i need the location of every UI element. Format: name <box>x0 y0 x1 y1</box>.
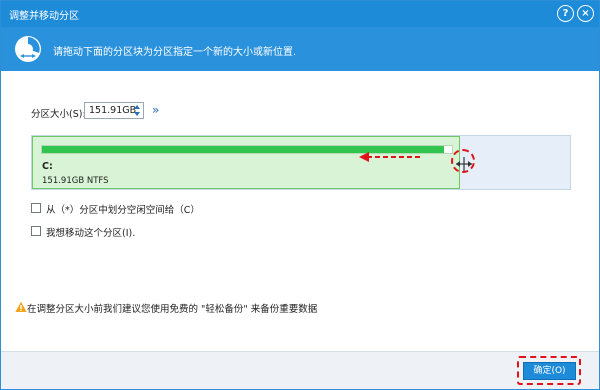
help-button[interactable]: ? <box>557 5 574 22</box>
ok-button[interactable]: 确定(O) <box>523 362 576 380</box>
allocate-free-space-checkbox[interactable] <box>31 203 41 213</box>
resize-partition-icon <box>15 36 41 62</box>
instruction-banner: 请拖动下面的分区块为分区指定一个新的大小或新位置. <box>1 27 599 71</box>
move-partition-checkbox[interactable] <box>31 226 41 236</box>
resize-move-partition-dialog: 调整并移动分区 ? × 请拖动下面的分区块为分区指定一个新的大小或新位置. 分区… <box>0 0 600 390</box>
window-title: 调整并移动分区 <box>9 11 79 22</box>
disk-map: C: 151.91GB NTFS <box>31 135 571 190</box>
resize-handle-highlight <box>451 149 475 173</box>
spin-up-icon[interactable] <box>134 105 140 109</box>
partition-size-input[interactable]: 151.91GB <box>84 102 144 119</box>
drag-direction-arrow-icon <box>359 152 423 162</box>
partition-size-value: 151.91GB <box>89 105 137 116</box>
size-spinner[interactable] <box>133 104 142 117</box>
close-button[interactable]: × <box>577 5 594 22</box>
instruction-text: 请拖动下面的分区块为分区指定一个新的大小或新位置. <box>53 47 297 58</box>
dialog-footer: 确定(O) <box>1 351 599 389</box>
move-partition-label: 我想移动这个分区(I). <box>46 228 136 239</box>
partition-letter: C: <box>42 161 53 172</box>
expand-chevron-icon[interactable]: » <box>152 103 159 117</box>
allocate-free-space-label: 从（*）分区中划分空闲空间给（C） <box>46 205 200 216</box>
partition-info: 151.91GB NTFS <box>42 176 109 186</box>
partition-size-label: 分区大小(S): <box>31 109 86 120</box>
title-bar[interactable]: 调整并移动分区 ? × <box>1 1 599 27</box>
backup-warning-text: 在调整分区大小前我们建议您使用免费的 "轻松备份" 来备份重要数据 <box>27 304 318 315</box>
dialog-content: 分区大小(S): 151.91GB » C: 151.91GB NTFS 从（*… <box>1 71 599 351</box>
warning-icon <box>15 301 27 312</box>
help-icon: ? <box>562 8 569 19</box>
spin-down-icon[interactable] <box>134 112 140 116</box>
close-icon: × <box>581 8 590 19</box>
